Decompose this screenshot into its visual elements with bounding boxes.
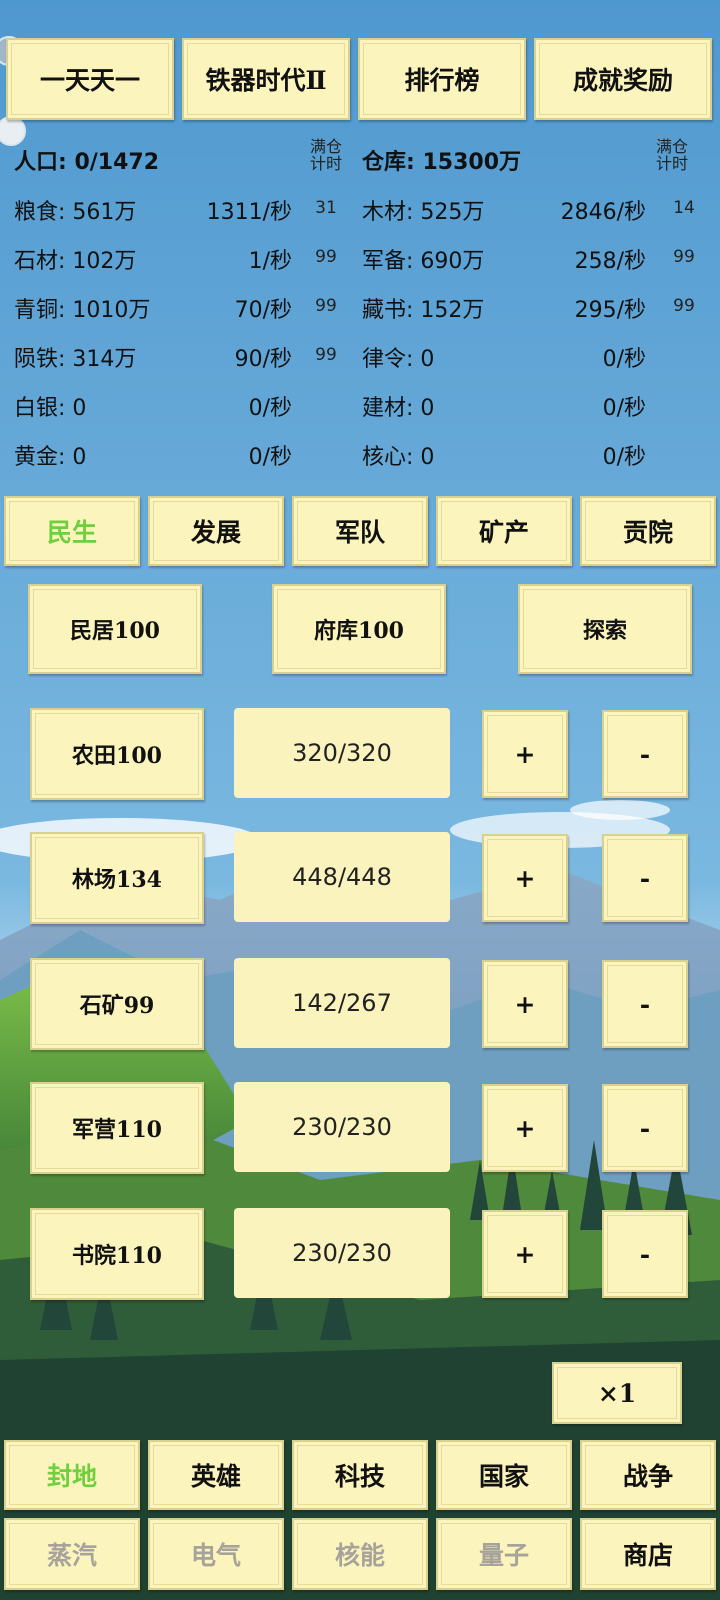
lumberyard-button[interactable]: 林场134 bbox=[30, 832, 204, 924]
barracks-workers: 230/230 bbox=[234, 1082, 450, 1172]
landscape-background bbox=[0, 0, 720, 1600]
dwelling-button[interactable]: 民居100 bbox=[28, 584, 202, 674]
quarry-plus-button[interactable]: + bbox=[482, 960, 568, 1048]
resource-stone-rate: 1/秒 bbox=[248, 249, 292, 274]
treasury-button[interactable]: 府库100 bbox=[272, 584, 446, 674]
quarry-minus-button[interactable]: - bbox=[602, 960, 688, 1048]
tab-era[interactable]: 铁器时代Ⅱ bbox=[182, 38, 350, 120]
tab-leaderboard[interactable]: 排行榜 bbox=[358, 38, 526, 120]
tab-livelihood[interactable]: 民生 bbox=[4, 496, 140, 566]
resource-silver: 白银: 0 bbox=[14, 396, 87, 421]
nav-fief[interactable]: 封地 bbox=[4, 1440, 140, 1510]
quarry-button[interactable]: 石矿99 bbox=[30, 958, 204, 1050]
resource-wood-rate: 2846/秒 bbox=[560, 200, 646, 225]
resource-meteoric-iron-timer: 99 bbox=[315, 345, 337, 365]
resource-decree-rate: 0/秒 bbox=[602, 347, 646, 372]
nav-steam[interactable]: 蒸汽 bbox=[4, 1518, 140, 1590]
farm-workers: 320/320 bbox=[234, 708, 450, 798]
resource-bronze: 青铜: 1010万 bbox=[14, 298, 151, 323]
resource-core-rate: 0/秒 bbox=[602, 445, 646, 470]
tab-achievements[interactable]: 成就奖励 bbox=[534, 38, 712, 120]
tab-army[interactable]: 军队 bbox=[292, 496, 428, 566]
nav-quantum[interactable]: 量子 bbox=[436, 1518, 572, 1590]
resource-grain-rate: 1311/秒 bbox=[206, 200, 292, 225]
resource-silver-rate: 0/秒 bbox=[248, 396, 292, 421]
academy-minus-button[interactable]: - bbox=[602, 1210, 688, 1298]
resource-building-material: 建材: 0 bbox=[362, 396, 435, 421]
lumberyard-workers: 448/448 bbox=[234, 832, 450, 922]
explore-button[interactable]: 探索 bbox=[518, 584, 692, 674]
resource-gold: 黄金: 0 bbox=[14, 445, 87, 470]
tab-academy[interactable]: 贡院 bbox=[580, 496, 716, 566]
resource-books-rate: 295/秒 bbox=[574, 298, 646, 323]
academy-workers: 230/230 bbox=[234, 1208, 450, 1298]
resource-books: 藏书: 152万 bbox=[362, 298, 485, 323]
academy-button[interactable]: 书院110 bbox=[30, 1208, 204, 1300]
farm-plus-button[interactable]: + bbox=[482, 710, 568, 798]
resource-books-timer: 99 bbox=[673, 296, 695, 316]
resource-meteoric-iron: 陨铁: 314万 bbox=[14, 347, 137, 372]
resource-building-material-rate: 0/秒 bbox=[602, 396, 646, 421]
resource-gold-rate: 0/秒 bbox=[248, 445, 292, 470]
left-full-timer-header: 满仓计时 bbox=[309, 137, 342, 173]
quarry-workers: 142/267 bbox=[234, 958, 450, 1048]
resource-decree: 律令: 0 bbox=[362, 347, 435, 372]
barracks-plus-button[interactable]: + bbox=[482, 1084, 568, 1172]
nav-nation[interactable]: 国家 bbox=[436, 1440, 572, 1510]
barracks-button[interactable]: 军营110 bbox=[30, 1082, 204, 1174]
population-label: 人口: 0/1472 bbox=[14, 150, 160, 175]
lumberyard-plus-button[interactable]: + bbox=[482, 834, 568, 922]
farm-minus-button[interactable]: - bbox=[602, 710, 688, 798]
tab-daily[interactable]: 一天天一 bbox=[6, 38, 174, 120]
resource-grain: 粮食: 561万 bbox=[14, 200, 137, 225]
nav-nuclear[interactable]: 核能 bbox=[292, 1518, 428, 1590]
nav-shop[interactable]: 商店 bbox=[580, 1518, 716, 1590]
resource-armament-timer: 99 bbox=[673, 247, 695, 267]
resource-bronze-rate: 70/秒 bbox=[234, 298, 292, 323]
nav-technology[interactable]: 科技 bbox=[292, 1440, 428, 1510]
resource-bronze-timer: 99 bbox=[315, 296, 337, 316]
barracks-minus-button[interactable]: - bbox=[602, 1084, 688, 1172]
academy-plus-button[interactable]: + bbox=[482, 1210, 568, 1298]
speed-multiplier-button[interactable]: ×1 bbox=[552, 1362, 682, 1424]
lumberyard-minus-button[interactable]: - bbox=[602, 834, 688, 922]
nav-electric[interactable]: 电气 bbox=[148, 1518, 284, 1590]
nav-heroes[interactable]: 英雄 bbox=[148, 1440, 284, 1510]
nav-war[interactable]: 战争 bbox=[580, 1440, 716, 1510]
resource-wood-timer: 14 bbox=[673, 198, 695, 218]
resource-meteoric-iron-rate: 90/秒 bbox=[234, 347, 292, 372]
resource-core: 核心: 0 bbox=[362, 445, 435, 470]
farm-button[interactable]: 农田100 bbox=[30, 708, 204, 800]
right-full-timer-header: 满仓计时 bbox=[655, 137, 688, 173]
resource-stone: 石材: 102万 bbox=[14, 249, 137, 274]
tab-development[interactable]: 发展 bbox=[148, 496, 284, 566]
warehouse-label: 仓库: 15300万 bbox=[362, 150, 521, 175]
resource-armament-rate: 258/秒 bbox=[574, 249, 646, 274]
resource-stone-timer: 99 bbox=[315, 247, 337, 267]
tab-mining[interactable]: 矿产 bbox=[436, 496, 572, 566]
resource-wood: 木材: 525万 bbox=[362, 200, 485, 225]
resource-armament: 军备: 690万 bbox=[362, 249, 485, 274]
resource-grain-timer: 31 bbox=[315, 198, 337, 218]
